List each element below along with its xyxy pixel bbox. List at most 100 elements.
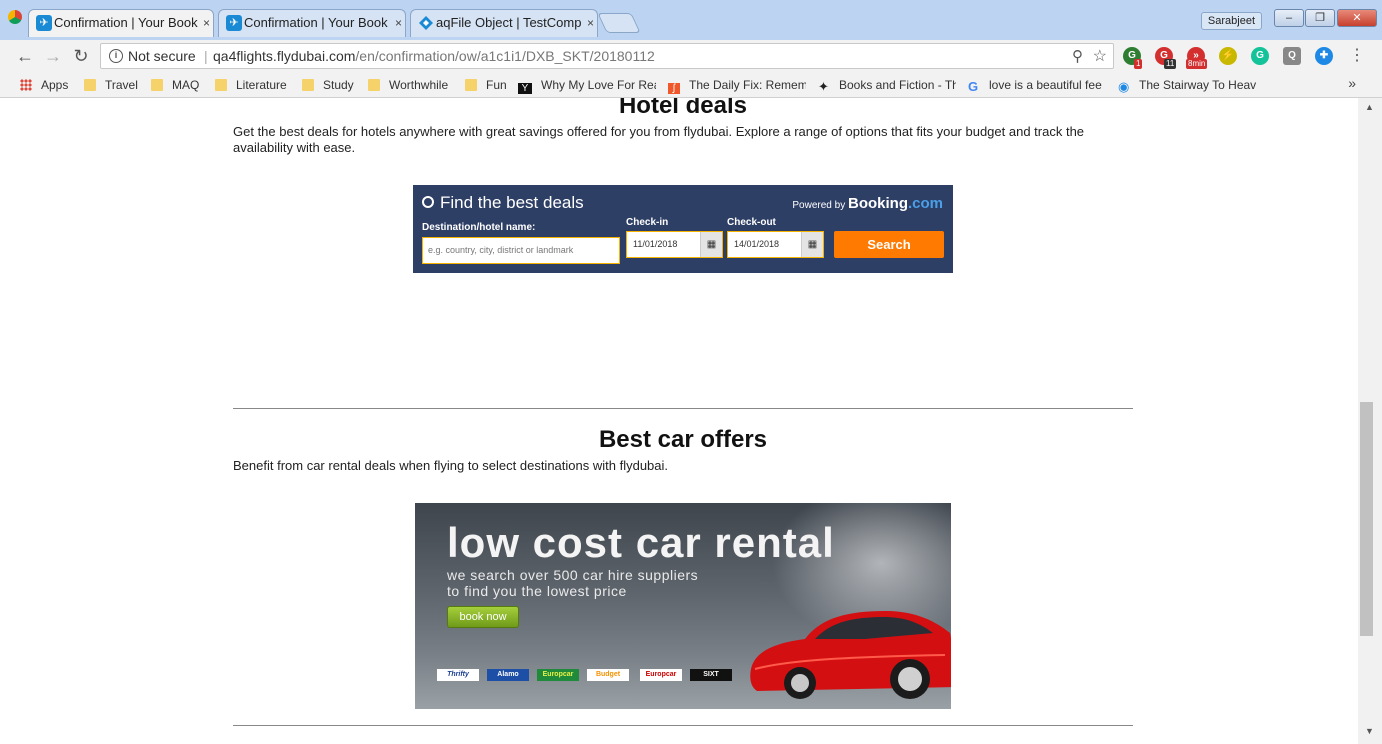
extension-7-icon[interactable]: ✚ [1315, 47, 1333, 65]
checkin-date-input[interactable]: 11/01/2018 ▦ [626, 231, 723, 258]
folder-icon [465, 79, 477, 91]
hotel-deals-heading: Hotel deals [618, 98, 748, 119]
booking-heading: Find the best deals [422, 193, 584, 213]
scroll-logo-icon: ʃ [668, 83, 680, 94]
booking-logo: Booking.com [847, 195, 943, 212]
browser-tab-2[interactable]: ✈ Confirmation | Your Book × [212, 9, 412, 37]
chrome-logo-icon [8, 10, 22, 24]
google-icon: G [968, 79, 979, 94]
grammarly-icon[interactable]: G [1251, 47, 1269, 65]
calendar-icon[interactable]: ▦ [801, 232, 823, 257]
powered-by-booking: Powered by Booking.com [792, 195, 943, 212]
url-path: /en/confirmation/ow/a1c1i1/DXB_SKT/20180… [355, 48, 655, 64]
bookmark-apps[interactable]: Apps [20, 76, 80, 94]
close-window-button[interactable]: ✕ [1337, 9, 1377, 27]
page-content: Hotel deals Get the best deals for hotel… [0, 98, 1358, 744]
bookmark-star-icon[interactable]: ☆ [1093, 46, 1107, 66]
folder-icon [215, 79, 227, 91]
location-icon: ◉ [1118, 79, 1130, 94]
extension-badge: 8min [1186, 59, 1208, 69]
y-logo-icon: Y [518, 83, 532, 94]
checkout-date-input[interactable]: 14/01/2018 ▦ [727, 231, 824, 258]
tab-close-icon[interactable]: × [395, 9, 402, 37]
alamo-logo: Alamo [487, 669, 529, 681]
extension-badge: 11 [1164, 59, 1177, 69]
tab-title: Confirmation | Your Book [54, 15, 198, 30]
bookmark-love-beautiful[interactable]: Glove is a beautiful fee [968, 76, 1106, 94]
folder-icon [151, 79, 163, 91]
airplane-favicon-icon: ✈ [36, 15, 52, 31]
bookmark-stairway[interactable]: ◉ The Stairway To Heav [1118, 76, 1256, 94]
bookmarks-bar: Apps Travel MAQ Literature Study Worthwh… [0, 72, 1382, 98]
browser-tab-1[interactable]: ✈ Confirmation | Your Book × [22, 9, 220, 37]
security-label[interactable]: Not secure [128, 48, 196, 64]
folder-icon [302, 79, 314, 91]
destination-label: Destination/hotel name: [422, 222, 536, 233]
airplane-favicon-icon: ✈ [226, 15, 242, 31]
url-host: qa4flights.flydubai.com [213, 48, 356, 64]
url-text[interactable]: qa4flights.flydubai.com/en/confirmation/… [213, 48, 655, 64]
bookmark-folder-worthwhile[interactable]: Worthwhile [368, 76, 458, 94]
destination-input[interactable]: e.g. country, city, district or landmark [422, 237, 620, 264]
restore-button[interactable]: ❐ [1305, 9, 1335, 27]
bookmark-folder-study[interactable]: Study [302, 76, 362, 94]
browser-titlebar: ✈ Confirmation | Your Book × ✈ Confirmat… [0, 0, 1382, 40]
tab-close-icon[interactable]: × [203, 9, 210, 37]
bookmarks-overflow-button[interactable]: » [1348, 75, 1356, 91]
browser-toolbar: ← → ↻ i Not secure | qa4flights.flydubai… [0, 40, 1382, 72]
car-offers-description: Benefit from car rental deals when flyin… [233, 458, 669, 473]
car-offers-heading: Best car offers [598, 426, 768, 453]
browser-tab-3[interactable]: aqFile Object | TestComp × [404, 9, 604, 37]
bookmark-folder-travel[interactable]: Travel [84, 76, 144, 94]
minimize-button[interactable]: – [1274, 9, 1304, 27]
europcar-logo: Europcar [537, 669, 579, 681]
bookmark-books-fiction[interactable]: ✦ Books and Fiction - Th [818, 76, 956, 94]
back-button[interactable]: ← [14, 45, 36, 67]
book-now-button[interactable]: book now [447, 606, 519, 628]
address-bar[interactable]: i Not secure | qa4flights.flydubai.com/e… [100, 43, 1114, 69]
profile-name[interactable]: Sarabjeet [1200, 12, 1262, 30]
forward-button[interactable]: → [42, 45, 64, 67]
section-divider [233, 725, 1133, 726]
extension-badge: 1 [1134, 59, 1143, 69]
calendar-icon[interactable]: ▦ [700, 232, 722, 257]
extension-6-icon[interactable]: Q [1283, 47, 1301, 65]
sixt-logo: SIXT [690, 669, 732, 681]
red-car-image [750, 611, 951, 699]
zoom-icon[interactable]: ⚲ [1072, 47, 1083, 65]
bookmark-folder-literature[interactable]: Literature [215, 76, 295, 94]
info-icon[interactable]: i [109, 49, 123, 63]
car-rental-banner[interactable]: low cost car rental we search over 500 c… [415, 503, 951, 709]
bookmark-folder-maq[interactable]: MAQ [151, 76, 211, 94]
checkin-label: Check-in [626, 217, 669, 228]
address-separator: | [204, 48, 208, 64]
reload-button[interactable]: ↻ [70, 45, 92, 67]
bookmark-folder-fun[interactable]: Fun [465, 76, 513, 94]
budget-logo: Budget [587, 669, 629, 681]
chrome-menu-button[interactable]: ⋮ [1346, 45, 1368, 67]
thrifty-logo: Thrifty [437, 669, 479, 681]
europcar-logo: Europcar [640, 669, 682, 681]
folder-icon [84, 79, 96, 91]
tab-close-icon[interactable]: × [587, 9, 594, 37]
search-button[interactable]: Search [834, 231, 944, 258]
testcomplete-favicon-icon [418, 15, 434, 31]
scroll-up-arrow-icon[interactable]: ▲ [1365, 102, 1374, 112]
hotel-deals-description: Get the best deals for hotels anywhere w… [233, 124, 1085, 155]
folder-icon [368, 79, 380, 91]
booking-widget: Find the best deals Powered by Booking.c… [413, 185, 953, 273]
bookmark-why-my-love[interactable]: Y Why My Love For Rea [518, 76, 656, 94]
scroll-down-arrow-icon[interactable]: ▼ [1365, 726, 1374, 736]
tab-title: Confirmation | Your Book [244, 15, 388, 30]
search-icon [422, 196, 434, 208]
pin-icon: ✦ [818, 79, 829, 94]
page-scrollbar[interactable]: ▲ ▼ [1358, 98, 1382, 744]
banner-headline: low cost car rental [447, 519, 835, 566]
extension-4-icon[interactable]: ⚡ [1219, 47, 1237, 65]
bookmark-daily-fix[interactable]: ʃ The Daily Fix: Remem [668, 76, 806, 94]
scroll-thumb[interactable] [1360, 402, 1373, 636]
section-divider [233, 408, 1133, 409]
apps-grid-icon [20, 79, 32, 91]
banner-subtext: we search over 500 car hire suppliers to… [447, 567, 699, 599]
checkout-label: Check-out [727, 217, 776, 228]
